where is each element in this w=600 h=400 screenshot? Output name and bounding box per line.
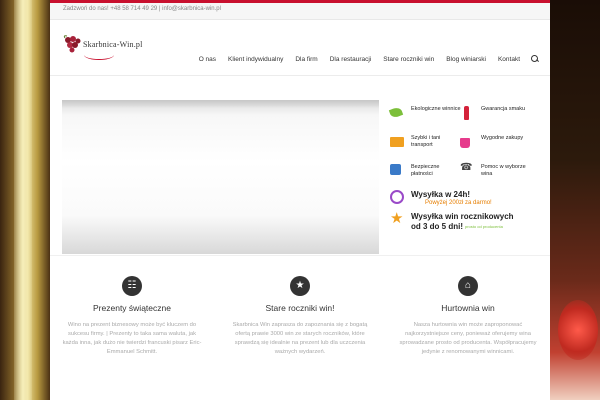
info-columns: ☷ Prezenty świąteczne Wino na prezent bi…	[62, 276, 538, 357]
feature-pomoc: Pomoc w wyborze wina	[460, 162, 530, 184]
star-icon: ★	[290, 276, 310, 296]
column-text: Nasza hurtownia win może zaproponować na…	[399, 322, 537, 355]
section-divider	[50, 255, 550, 256]
nav-item-blog[interactable]: Blog winiarski	[440, 56, 492, 63]
background-champagne-photo	[0, 0, 50, 400]
bottle-icon	[464, 106, 469, 120]
bag-icon	[460, 138, 470, 148]
shipping-vintage-detail: od 3 do 5 dni!	[411, 222, 463, 231]
nav-item-dla-firm[interactable]: Dla firm	[289, 56, 323, 63]
feature-zakupy: Wygodne zakupy	[460, 133, 530, 155]
box-icon	[390, 137, 404, 147]
gift-icon: ☷	[122, 276, 142, 296]
feature-label: Ekologiczne winnice	[411, 106, 461, 112]
hero-slider[interactable]	[62, 100, 379, 254]
nav-item-klient-indywidualny[interactable]: Klient indywidualny	[222, 56, 289, 63]
column-hurtownia: ⌂ Hurtownia win Nasza hurtownia win może…	[398, 276, 538, 357]
grapes-icon	[63, 35, 81, 53]
column-title[interactable]: Hurtownia win	[398, 303, 538, 313]
shipping-vintage-note: prosto od producenta	[465, 224, 503, 229]
site-logo[interactable]: Skarbnica-Win.pl	[62, 32, 142, 62]
feature-label: Gwarancja smaku	[481, 106, 526, 112]
shipping-title: Wysyłka w 24h!	[411, 190, 470, 199]
leaf-icon	[388, 106, 404, 119]
nav-item-dla-restauracji[interactable]: Dla restauracji	[324, 56, 378, 63]
column-text: Wino na prezent biznesowy może być klucz…	[62, 322, 202, 355]
background-dessert-photo	[550, 0, 600, 400]
column-text: Skarbnica Win zaprasza do zapoznania się…	[232, 322, 368, 355]
feature-label: Pomoc w wyborze wina	[481, 164, 526, 177]
nav-item-o-nas[interactable]: O nas	[193, 56, 222, 63]
page-container: Zadzwoń do nas! +48 58 714 49 29 | info@…	[50, 0, 550, 400]
shipping-vintage-title: Wysyłka win rocznikowych	[411, 212, 514, 221]
column-title[interactable]: Stare roczniki win!	[230, 303, 370, 313]
site-header: Skarbnica-Win.pl O nas Klient indywidual…	[50, 20, 550, 76]
clock-icon	[390, 190, 404, 204]
column-prezenty: ☷ Prezenty świąteczne Wino na prezent bi…	[62, 276, 202, 357]
feature-label: Wygodne zakupy	[481, 135, 524, 141]
shipping-subtitle: Powyżej 200zł za darmo!	[425, 200, 492, 206]
logo-text: Skarbnica-Win.pl	[83, 40, 143, 49]
logo-swirl	[84, 50, 114, 60]
main-nav: O nas Klient indywidualny Dla firm Dla r…	[193, 54, 540, 64]
feature-label: Bezpieczne płatności	[411, 164, 440, 177]
feature-ekologiczne: Ekologiczne winnice	[388, 104, 461, 126]
column-roczniki: ★ Stare roczniki win! Skarbnica Win zapr…	[230, 276, 370, 357]
column-title[interactable]: Prezenty świąteczne	[62, 303, 202, 313]
dessert-highlight	[558, 300, 598, 360]
feature-label: Szybki i tani transport	[411, 135, 441, 148]
nav-item-stare-roczniki[interactable]: Stare roczniki win	[377, 56, 440, 63]
champagne-glass	[14, 0, 32, 400]
nav-item-kontakt[interactable]: Kontakt	[492, 56, 526, 63]
search-icon[interactable]	[530, 54, 540, 64]
feature-transport: Szybki i tani transport	[390, 133, 460, 155]
warehouse-icon: ⌂	[458, 276, 478, 296]
feature-platnosci: Bezpieczne płatności	[390, 162, 460, 184]
star-icon: ★	[390, 210, 404, 227]
feature-gwarancja: Gwarancja smaku	[460, 104, 530, 126]
safe-icon	[390, 164, 401, 175]
contact-info: Zadzwoń do nas! +48 58 714 49 29 | info@…	[63, 6, 221, 12]
contact-topbar: Zadzwoń do nas! +48 58 714 49 29 | info@…	[50, 0, 550, 20]
phone-icon	[460, 162, 472, 175]
